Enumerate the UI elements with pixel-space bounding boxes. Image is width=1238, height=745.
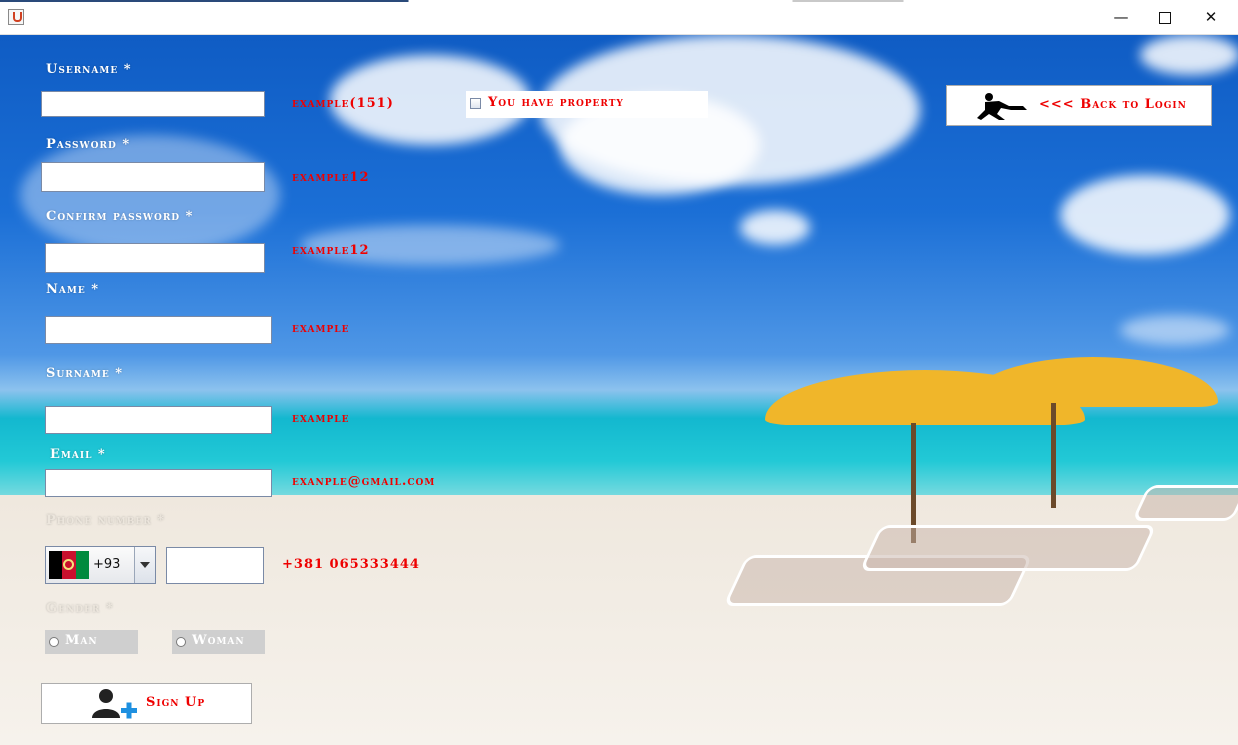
gender-woman-label: Woman [192,633,245,648]
gender-man-label: Man [65,633,98,648]
name-input[interactable] [45,316,272,344]
property-checkbox-label: You have property [488,95,624,110]
email-hint: exanple@gmail.com [292,474,436,489]
name-label: Name * [46,282,100,297]
surname-hint: example [292,411,350,426]
lounger [859,525,1157,571]
cloud [740,210,810,245]
minimize-button[interactable]: — [1098,0,1144,34]
confirm-password-input[interactable] [45,243,265,273]
titlebar-accent [0,0,1238,2]
confirm-password-hint: example12 [292,243,370,258]
country-code-select[interactable]: +93 [45,546,156,584]
checkbox-box[interactable] [470,98,481,109]
umbrella [968,357,1218,407]
java-icon[interactable] [8,9,24,25]
cloud [1060,175,1230,255]
password-hint: example12 [292,170,370,185]
back-to-login-button[interactable]: <<< Back to Login [946,85,1212,126]
close-button[interactable]: ✕ [1188,0,1234,34]
confirm-password-label: Confirm password * [46,209,194,224]
gender-label: Gender * [46,601,114,616]
sign-up-button[interactable]: Sign Up [41,683,252,724]
name-hint: example [292,321,350,336]
lounger [1131,485,1238,521]
phone-input[interactable] [166,547,264,584]
password-input[interactable] [41,162,265,192]
phone-hint: +381 065333444 [282,557,420,572]
password-label: Password * [46,137,131,152]
chevron-down-icon[interactable] [134,547,155,583]
maximize-button[interactable] [1142,0,1188,34]
username-input[interactable] [41,91,265,117]
cloud [1140,35,1238,75]
runner-icon [977,93,1027,120]
radio-circle[interactable] [176,637,186,647]
maximize-icon [1159,11,1171,24]
sign-up-label: Sign Up [146,695,206,710]
gender-man-radio[interactable]: Man [45,630,138,654]
email-input[interactable] [45,469,272,497]
back-to-login-label: <<< Back to Login [1039,97,1187,112]
cloud [20,135,280,255]
afghanistan-flag-icon [49,551,89,579]
surname-label: Surname * [46,366,124,381]
cloud [1120,315,1230,345]
username-label: Username * [46,62,132,77]
country-dial-code: +93 [93,557,121,572]
gender-woman-radio[interactable]: Woman [172,630,265,654]
umbrella-pole [1051,403,1056,508]
email-label: Email * [50,447,106,462]
property-checkbox[interactable]: You have property [466,91,708,118]
surname-input[interactable] [45,406,272,434]
radio-circle[interactable] [49,637,59,647]
add-user-icon [92,689,137,719]
username-hint: example(151) [292,96,394,111]
phone-label: Phone number * [46,513,166,528]
window-titlebar: — ✕ [0,0,1238,35]
